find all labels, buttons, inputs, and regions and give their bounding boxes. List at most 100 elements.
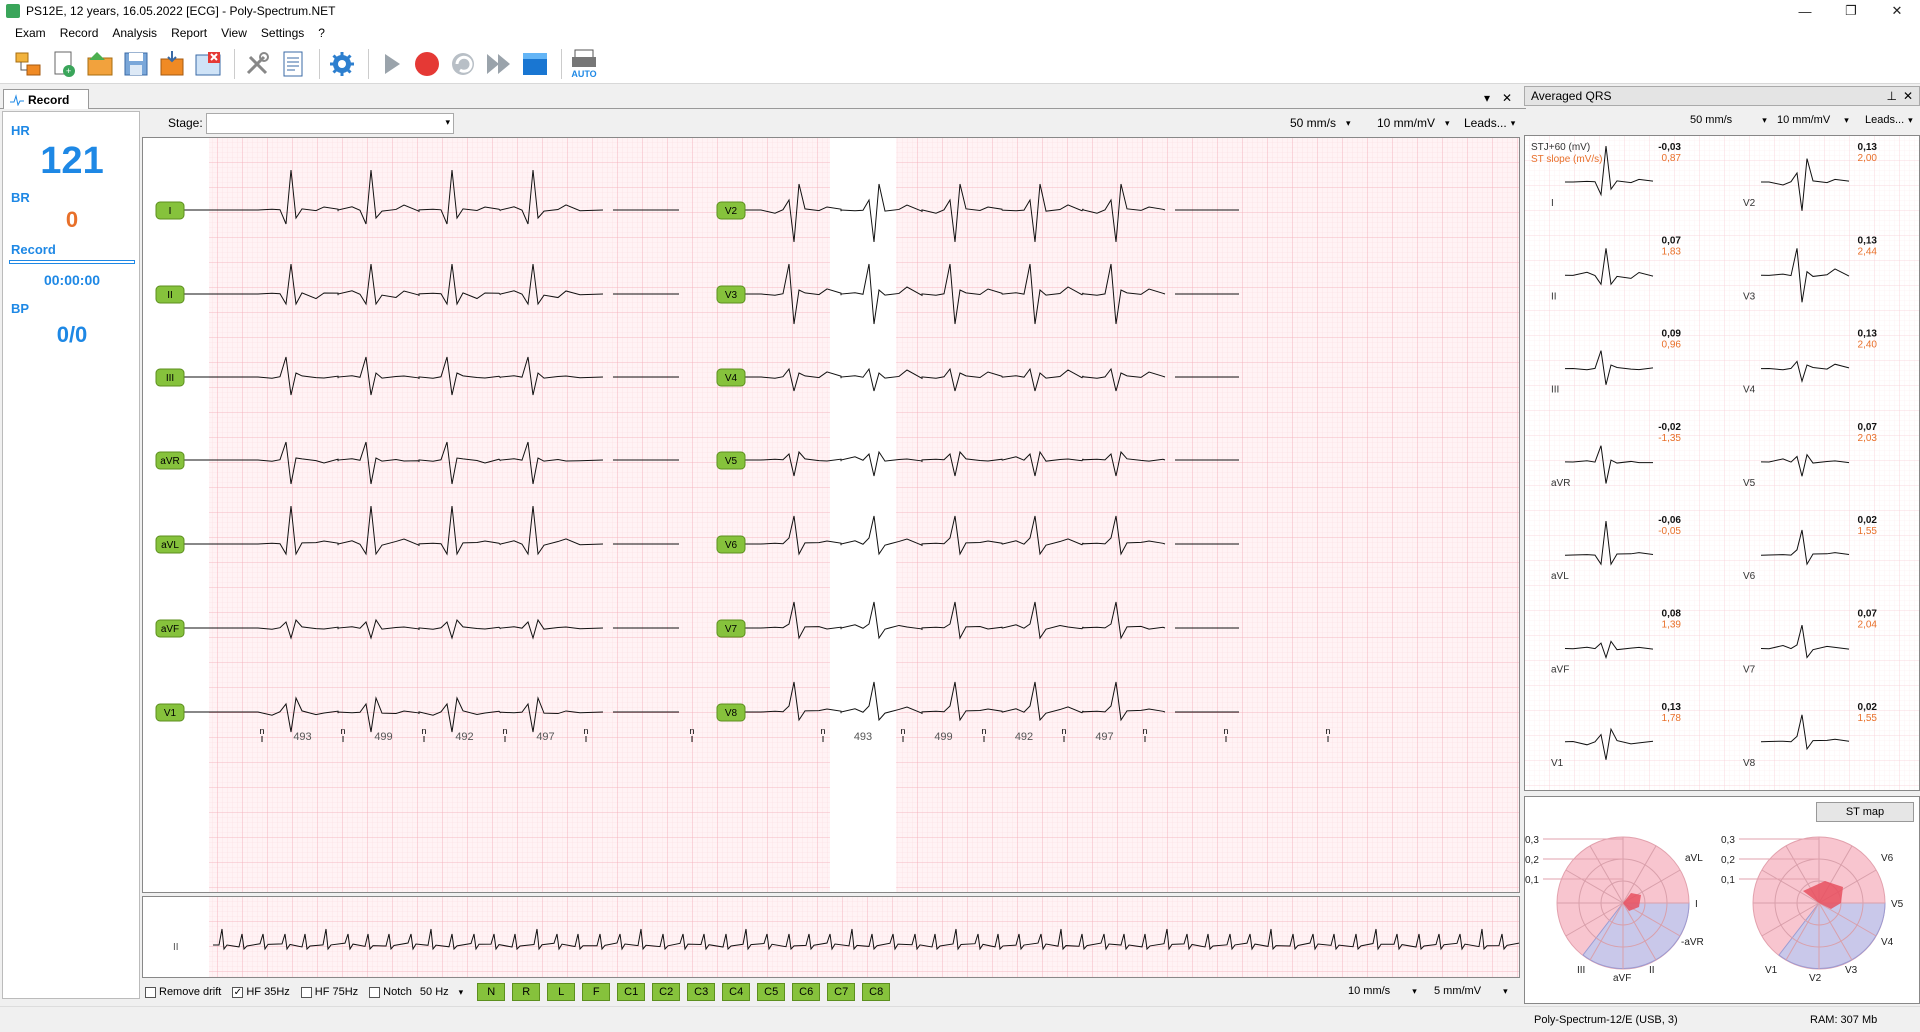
electrode-button-l[interactable]: L (547, 983, 576, 1001)
lead-badge-aVF[interactable]: aVF (155, 619, 185, 638)
hf35-label: HF 35Hz (246, 986, 290, 998)
close-window-button[interactable]: ✕ (1874, 0, 1920, 22)
lead-badge-aVL[interactable]: aVL (155, 535, 185, 554)
minimize-button[interactable]: — (1782, 0, 1828, 22)
ecg-12-lead-view[interactable]: I II III aVR aVL aVF V1 V2 V3 V4 V5 V6 V7 V8 n n n n n n 49… (142, 137, 1520, 893)
scale-label: 0,2 (1525, 855, 1539, 866)
pin-icon[interactable]: ⊥ (1887, 89, 1897, 103)
hf35-checkbox[interactable]: ✓ HF 35Hz (232, 986, 290, 998)
lead-badge-V3[interactable]: V3 (716, 285, 746, 304)
record-button[interactable] (411, 48, 443, 80)
menu-record[interactable]: Record (53, 26, 106, 40)
monitor-button[interactable] (519, 48, 551, 80)
panel-menu-button[interactable]: ▾ (1484, 91, 1490, 105)
play-button[interactable] (375, 48, 407, 80)
qrs-lead-label: V2 (1743, 198, 1756, 209)
save-button[interactable] (120, 48, 152, 80)
electrode-button-c6[interactable]: C6 (792, 983, 821, 1001)
menu-help[interactable]: ? (311, 26, 332, 40)
report-button[interactable] (277, 48, 309, 80)
menu-bar: Exam Record Analysis Report View Setting… (0, 22, 1920, 44)
st-slope-value: 0,87 (1662, 153, 1682, 164)
electrode-button-f[interactable]: F (582, 983, 611, 1001)
averaged-qrs-canvas: STJ+60 (mV) ST slope (mV/s) -0,030,87 I 0,… (1525, 136, 1919, 790)
remove-drift-checkbox[interactable]: Remove drift (145, 986, 221, 998)
app-logo-icon (6, 4, 20, 18)
electrode-button-c8[interactable]: C8 (862, 983, 891, 1001)
lead-badge-aVR[interactable]: aVR (155, 451, 185, 470)
electrode-button-c3[interactable]: C3 (687, 983, 716, 1001)
leads-select[interactable]: Leads... ▾ (1464, 116, 1515, 130)
notch-frequency-select[interactable]: 50 Hz ▾ (420, 986, 463, 998)
lead-badge-V1[interactable]: V1 (155, 703, 185, 722)
lead-badge-label: V4 (725, 373, 738, 384)
stage-select[interactable]: ▾ (206, 113, 454, 134)
lead-badge-label: V6 (725, 540, 738, 551)
hf75-checkbox[interactable]: HF 75Hz (300, 986, 358, 998)
averaged-qrs-view[interactable]: STJ+60 (mV) ST slope (mV/s) -0,03 0,87 I 0,… (1524, 135, 1920, 791)
panel-close-button[interactable]: ✕ (1502, 91, 1512, 105)
notch-checkbox[interactable]: Notch (369, 986, 412, 998)
menu-view[interactable]: View (214, 26, 254, 40)
qrs-speed-select[interactable]: 50 mm/s ▾ (1690, 114, 1767, 126)
lead-badge-I[interactable]: I (155, 201, 185, 220)
fast-forward-button[interactable] (483, 48, 515, 80)
undo-icon (452, 52, 474, 75)
settings-button[interactable] (326, 48, 358, 80)
ram-status: RAM: 307 Mb (1810, 1014, 1878, 1026)
menu-analysis[interactable]: Analysis (105, 26, 164, 40)
menu-exam[interactable]: Exam (8, 26, 53, 40)
electrode-button-c5[interactable]: C5 (757, 983, 786, 1001)
speed-select[interactable]: 50 mm/s ▾ (1290, 116, 1351, 130)
beat-marker: n (340, 726, 345, 736)
open-exam-button[interactable] (84, 48, 116, 80)
rhythm-gain-select[interactable]: 5 mm/mV ▾ (1434, 985, 1508, 997)
averaged-qrs-header: Averaged QRS ⊥ ✕ (1524, 86, 1920, 106)
stj-value: 0,07 (1858, 609, 1878, 620)
electrode-button-n[interactable]: N (477, 983, 506, 1001)
qrs-gain-select[interactable]: 10 mm/mV ▾ (1777, 114, 1849, 126)
lead-badge-V2[interactable]: V2 (716, 201, 746, 220)
st-slope-value: 1,39 (1662, 620, 1682, 631)
stj-value: 0,02 (1858, 515, 1878, 526)
auto-print-button[interactable]: AUTO (568, 48, 600, 80)
patient-tree-button[interactable] (12, 48, 44, 80)
toolbar-separator (561, 48, 562, 79)
new-exam-button[interactable]: + (48, 48, 80, 80)
lead-badge-III[interactable]: III (155, 368, 185, 387)
electrode-button-c4[interactable]: C4 (722, 983, 751, 1001)
lead-badge-V7[interactable]: V7 (716, 619, 746, 638)
lead-badge-label: V7 (725, 624, 738, 635)
lead-badge-label: V8 (725, 708, 738, 719)
lead-badge-label: aVL (161, 540, 179, 551)
maximize-button[interactable]: ❐ (1828, 0, 1874, 22)
rhythm-speed-select[interactable]: 10 mm/s ▾ (1348, 985, 1417, 997)
grid-right-lines (896, 138, 1519, 892)
electrode-button-c1[interactable]: C1 (617, 983, 646, 1001)
lead-badge-V5[interactable]: V5 (716, 451, 746, 470)
electrode-button-r[interactable]: R (512, 983, 541, 1001)
undo-button[interactable] (447, 48, 479, 80)
lead-badge-V6[interactable]: V6 (716, 535, 746, 554)
close-exam-button[interactable] (192, 48, 224, 80)
gain-select[interactable]: 10 mm/mV ▾ (1377, 116, 1450, 130)
tools-button[interactable] (241, 48, 273, 80)
st-map-button[interactable]: ST map (1816, 802, 1914, 822)
lead-badge-II[interactable]: II (155, 285, 185, 304)
st-slope-value: 2,44 (1858, 246, 1878, 257)
electrode-button-c2[interactable]: C2 (652, 983, 681, 1001)
rr-interval-label: 497 (1095, 731, 1113, 743)
qrs-leads-select[interactable]: Leads... ▾ (1865, 114, 1913, 126)
close-icon[interactable]: ✕ (1903, 89, 1913, 103)
menu-settings[interactable]: Settings (254, 26, 311, 40)
rhythm-strip[interactable]: II (142, 896, 1529, 978)
lead-badge-V4[interactable]: V4 (716, 368, 746, 387)
electrode-button-c7[interactable]: C7 (827, 983, 856, 1001)
menu-report[interactable]: Report (164, 26, 214, 40)
lead-badge-V8[interactable]: V8 (716, 703, 746, 722)
stj-value: -0,02 (1658, 422, 1681, 433)
tab-record[interactable]: Record (3, 89, 89, 109)
export-button[interactable] (156, 48, 188, 80)
qrs-lead-label: V1 (1551, 758, 1564, 769)
svg-text:+: + (66, 66, 71, 76)
